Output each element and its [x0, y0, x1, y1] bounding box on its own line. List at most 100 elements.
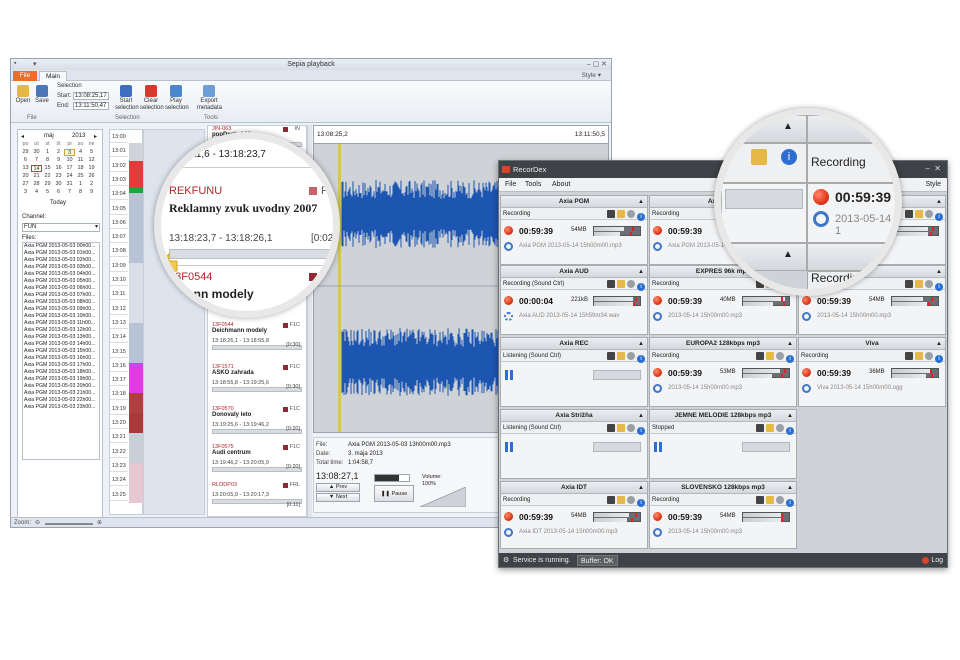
file-list-item[interactable]: Axia PGM 2013-05-03 01h00... — [23, 250, 99, 257]
file-list-item[interactable]: Axia PGM 2013-05-03 00h00... — [23, 243, 99, 250]
calendar-day[interactable]: 14 — [31, 165, 42, 172]
calendar-day[interactable]: 19 — [86, 165, 97, 172]
open-button[interactable]: Open — [15, 85, 31, 105]
calendar-day[interactable]: 3 — [20, 189, 31, 196]
calendar-day[interactable]: 11 — [75, 157, 86, 164]
zoom-slider[interactable] — [45, 523, 93, 525]
file-list-item[interactable]: Axia PGM 2013-05-03 22h00... — [23, 397, 99, 404]
folder-icon[interactable] — [766, 424, 774, 432]
calendar-day[interactable]: 10 — [64, 157, 75, 164]
stop-icon[interactable] — [905, 210, 913, 218]
collapse-icon[interactable]: ▲ — [638, 266, 644, 278]
file-list-item[interactable]: Axia PGM 2013-05-03 17h00... — [23, 362, 99, 369]
settings-icon[interactable] — [925, 210, 933, 218]
clear-selection-button[interactable]: Clear selection — [140, 85, 164, 112]
calendar-day[interactable]: 30 — [31, 149, 42, 156]
file-list-item[interactable]: Axia PGM 2013-05-03 03h00... — [23, 264, 99, 271]
stop-icon[interactable] — [607, 496, 615, 504]
folder-icon[interactable] — [617, 210, 625, 218]
calendar-day[interactable]: 1 — [42, 149, 53, 156]
next-button[interactable]: ▼ Next — [316, 493, 360, 502]
pause-icon[interactable] — [505, 442, 513, 452]
calendar-day[interactable]: 5 — [42, 189, 53, 196]
settings-icon[interactable] — [776, 424, 784, 432]
start-selection-button[interactable]: Start selection — [115, 85, 139, 112]
settings-icon[interactable] — [627, 352, 635, 360]
stop-icon[interactable] — [607, 424, 615, 432]
calendar-day[interactable]: 29 — [20, 149, 31, 156]
pause-icon[interactable] — [654, 442, 662, 452]
calendar-day[interactable]: 23 — [53, 173, 64, 180]
event-item[interactable]: 13F0575 F1C Audi centrum 13:19:46,2 - 13:20… — [212, 444, 302, 472]
calendar-day[interactable]: 29 — [42, 181, 53, 188]
files-list[interactable]: Axia PGM 2013-05-03 00h00... Axia PGM 201… — [22, 242, 100, 460]
settings-icon[interactable] — [925, 352, 933, 360]
calendar-day[interactable]: 8 — [75, 189, 86, 196]
today-button[interactable]: Today — [50, 200, 66, 206]
folder-icon[interactable] — [915, 210, 923, 218]
calendar-day[interactable]: 27 — [20, 181, 31, 188]
collapse-icon[interactable]: ▲ — [638, 410, 644, 422]
style-menu[interactable]: Style ▾ — [581, 71, 601, 79]
calendar-month[interactable]: máj — [44, 133, 54, 139]
file-list-item[interactable]: Axia PGM 2013-05-03 14h00... — [23, 341, 99, 348]
event-item[interactable]: RLODP03 FRL 13:20:05,9 - 13:20:17,3 [0:11] — [212, 482, 302, 508]
style-menu[interactable]: Style — [925, 178, 941, 192]
zoom-out-icon[interactable]: ⊖ — [35, 519, 40, 526]
folder-icon[interactable] — [617, 424, 625, 432]
file-list-item[interactable]: Axia PGM 2013-05-03 10h00... — [23, 313, 99, 320]
settings-icon[interactable] — [776, 352, 784, 360]
window-controls[interactable]: – ▢ ✕ — [587, 60, 607, 68]
calendar-next-icon[interactable]: ▸ — [94, 133, 97, 140]
calendar-day[interactable]: 25 — [75, 173, 86, 180]
recordex-window-controls[interactable]: – ✕ — [925, 164, 941, 173]
menu-file[interactable]: File — [505, 178, 516, 192]
stop-icon[interactable] — [756, 424, 764, 432]
menu-about[interactable]: About — [552, 178, 570, 192]
file-list-item[interactable]: Axia PGM 2013-05-03 07h00... — [23, 292, 99, 299]
file-list-item[interactable]: Axia PGM 2013-05-03 04h00... — [23, 271, 99, 278]
folder-icon[interactable] — [751, 149, 767, 165]
calendar-day[interactable]: 12 — [86, 157, 97, 164]
file-list-item[interactable]: Axia PGM 2013-05-03 05h00... — [23, 278, 99, 285]
stop-icon[interactable] — [905, 280, 913, 288]
file-list-item[interactable]: Axia PGM 2013-05-03 19h00... — [23, 376, 99, 383]
calendar-day[interactable]: 3 — [64, 149, 75, 156]
pause-icon[interactable] — [505, 370, 513, 380]
calendar-day[interactable]: 7 — [31, 157, 42, 164]
calendar-day[interactable]: 17 — [64, 165, 75, 172]
folder-icon[interactable] — [915, 280, 923, 288]
tab-main[interactable]: Main — [39, 71, 67, 81]
collapse-icon[interactable]: ▲ — [638, 482, 644, 494]
event-item[interactable]: 13F1571 F1C ASKO zahrada 13:18:55,8 - 13:19… — [212, 364, 302, 392]
calendar-year[interactable]: 2013 — [72, 133, 85, 139]
collapse-icon[interactable]: ▲ — [936, 266, 942, 278]
file-list-item[interactable]: Axia PGM 2013-05-03 13h00... — [23, 334, 99, 341]
app-menu-icon[interactable]: ▪ — [14, 60, 16, 67]
folder-icon[interactable] — [915, 352, 923, 360]
collapse-icon[interactable]: ▲ — [638, 338, 644, 350]
stop-icon[interactable] — [756, 496, 764, 504]
settings-icon[interactable] — [627, 280, 635, 288]
collapse-icon[interactable]: ▲ — [787, 410, 793, 422]
stop-icon[interactable] — [756, 352, 764, 360]
calendar-day[interactable]: 9 — [53, 157, 64, 164]
stop-icon[interactable] — [607, 210, 615, 218]
collapse-icon[interactable]: ▲ — [638, 196, 644, 208]
file-list-item[interactable]: Axia PGM 2013-05-03 21h00... — [23, 390, 99, 397]
calendar-day[interactable]: 2 — [53, 149, 64, 156]
calendar-day[interactable]: 1 — [75, 181, 86, 188]
calendar-day[interactable]: 26 — [86, 173, 97, 180]
file-list-item[interactable]: Axia PGM 2013-05-03 08h00... — [23, 299, 99, 306]
export-metadata-button[interactable]: Export metadata — [197, 85, 222, 112]
calendar-prev-icon[interactable]: ◂ — [21, 133, 24, 140]
collapse-icon[interactable]: ▲ — [936, 338, 942, 350]
file-list-item[interactable]: Axia PGM 2013-05-03 15h00... — [23, 348, 99, 355]
file-list-item[interactable]: Axia PGM 2013-05-03 06h00... — [23, 285, 99, 292]
calendar-day[interactable]: 24 — [64, 173, 75, 180]
save-button[interactable]: Save — [34, 85, 50, 105]
settings-icon[interactable] — [925, 280, 933, 288]
calendar-day[interactable]: 6 — [20, 157, 31, 164]
file-list-item[interactable]: Axia PGM 2013-05-03 20h00... — [23, 383, 99, 390]
settings-icon[interactable] — [627, 496, 635, 504]
